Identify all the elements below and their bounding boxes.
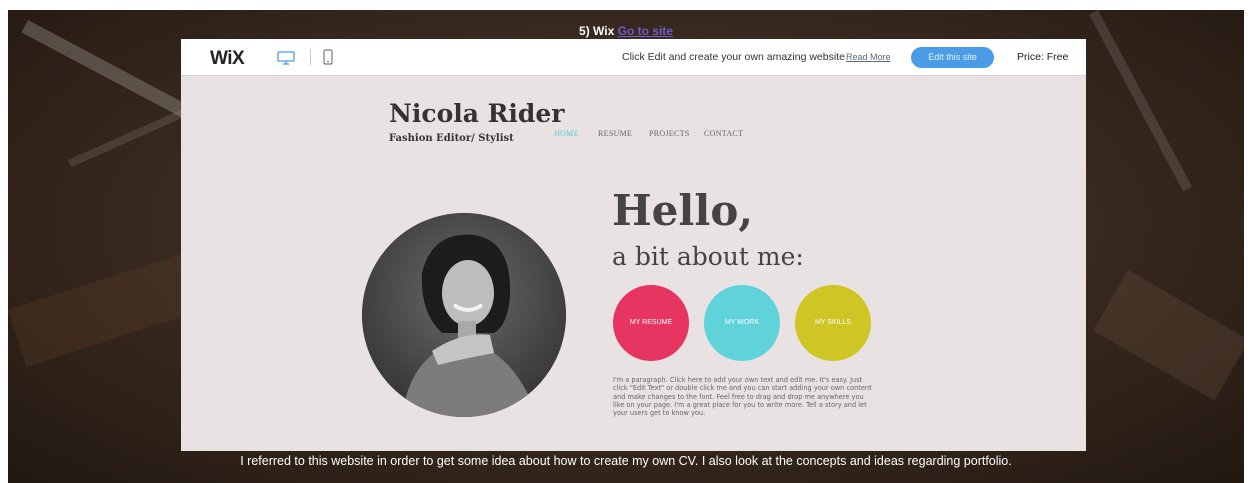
wix-logo: WiX bbox=[210, 48, 245, 69]
slide-headline: 5) Wix Go to site bbox=[0, 24, 1252, 38]
nav-resume[interactable]: RESUME bbox=[598, 129, 632, 138]
headline-prefix: 5) Wix bbox=[579, 24, 618, 38]
hello-heading: Hello, bbox=[612, 186, 753, 235]
intro-paragraph: I'm a paragraph. Click here to add your … bbox=[613, 376, 872, 418]
my-work-button[interactable]: MY WORK bbox=[704, 285, 780, 361]
site-owner-role: Fashion Editor/ Stylist bbox=[389, 133, 514, 144]
mobile-phone-icon[interactable] bbox=[323, 49, 333, 70]
desktop-monitor-icon[interactable] bbox=[277, 51, 295, 70]
slide-caption: I referred to this website in order to g… bbox=[240, 454, 1012, 468]
nav-home[interactable]: HOME bbox=[554, 129, 579, 138]
nav-projects[interactable]: PROJECTS bbox=[649, 129, 690, 138]
about-subtitle: a bit about me: bbox=[612, 242, 804, 271]
edit-this-site-button[interactable]: Edit this site bbox=[911, 47, 994, 68]
wix-preview-frame: WiX Click Edit and create your own amazi… bbox=[181, 39, 1086, 451]
go-to-site-link[interactable]: Go to site bbox=[618, 24, 673, 38]
background-streak bbox=[1093, 270, 1244, 401]
my-resume-button[interactable]: MY RESUME bbox=[613, 285, 689, 361]
site-owner-name: Nicola Rider bbox=[389, 99, 565, 128]
price-label: Price: Free bbox=[1017, 51, 1069, 63]
promo-text: Click Edit and create your own amazing w… bbox=[622, 51, 845, 63]
read-more-link[interactable]: Read More bbox=[846, 52, 891, 62]
profile-photo bbox=[362, 213, 566, 417]
nav-contact[interactable]: CONTACT bbox=[704, 129, 743, 138]
wix-top-bar: WiX Click Edit and create your own amazi… bbox=[181, 39, 1086, 76]
bar-divider bbox=[310, 49, 311, 65]
my-skills-button[interactable]: MY SKILLS bbox=[795, 285, 871, 361]
